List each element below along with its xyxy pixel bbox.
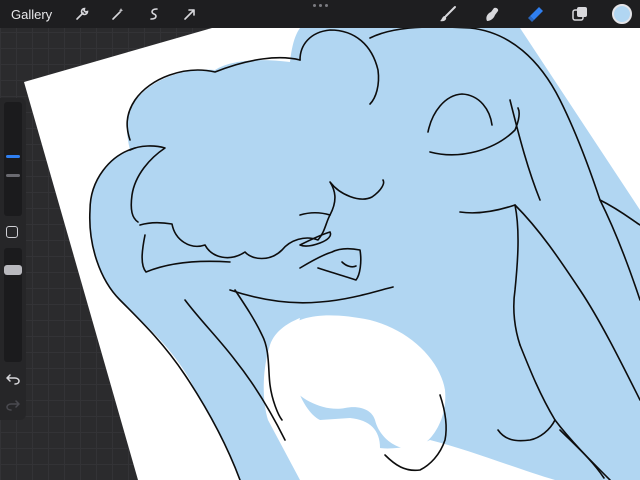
- drawing-canvas[interactable]: [0, 0, 640, 480]
- brush-size-slider[interactable]: [4, 102, 22, 216]
- smudge-icon[interactable]: [480, 2, 504, 26]
- top-toolbar: Gallery: [0, 0, 640, 28]
- eraser-icon[interactable]: [524, 2, 548, 26]
- layers-icon[interactable]: [568, 2, 592, 26]
- gallery-button[interactable]: Gallery: [11, 7, 52, 22]
- brush-size-thumb[interactable]: [6, 155, 20, 158]
- opacity-thumb[interactable]: [4, 265, 22, 275]
- left-sidebar: [0, 98, 26, 420]
- selection-icon[interactable]: [142, 2, 166, 26]
- brush-size-marker: [6, 174, 20, 177]
- color-picker-button[interactable]: [612, 4, 632, 24]
- magic-wand-icon[interactable]: [106, 2, 130, 26]
- redo-icon[interactable]: [5, 398, 21, 412]
- opacity-slider[interactable]: [4, 248, 22, 362]
- undo-icon[interactable]: [5, 372, 21, 386]
- wrench-icon[interactable]: [70, 2, 94, 26]
- brush-icon[interactable]: [436, 2, 460, 26]
- transform-arrow-icon[interactable]: [178, 2, 202, 26]
- toolbar-grabber[interactable]: [313, 4, 328, 7]
- modify-square-icon[interactable]: [6, 226, 18, 238]
